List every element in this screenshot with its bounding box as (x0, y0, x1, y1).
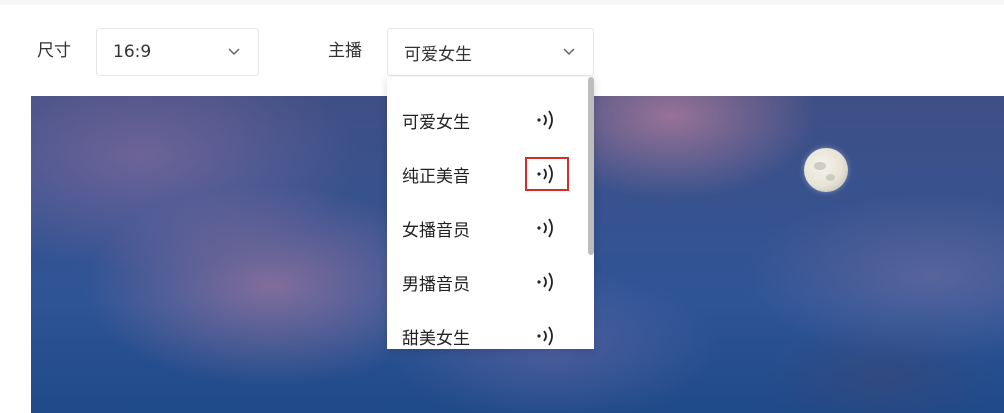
audio-wave-icon[interactable] (525, 157, 569, 191)
dropdown-option[interactable]: 纯正美音 (387, 147, 587, 201)
option-label: 纯正美音 (402, 166, 470, 187)
size-select[interactable]: 16:9 (96, 28, 259, 76)
dropdown-option[interactable]: 可爱女生 (387, 93, 587, 147)
anchor-select[interactable]: 可爱女生 (387, 28, 594, 76)
page: 尺寸 16:9 主播 可爱女生 可爱女生 纯正美音 女播音员 男播音员 甜美女生 (0, 0, 1004, 413)
dropdown-option[interactable]: 女播音员 (387, 201, 587, 255)
dropdown-scrollbar[interactable] (588, 77, 594, 255)
anchor-dropdown: 可爱女生 纯正美音 女播音员 男播音员 甜美女生 (387, 77, 594, 349)
option-label: 女播音员 (402, 220, 470, 241)
size-label: 尺寸 (37, 41, 71, 61)
option-label: 男播音员 (402, 274, 470, 295)
chevron-down-icon (222, 40, 246, 64)
option-label: 甜美女生 (402, 328, 470, 349)
anchor-select-value: 可爱女生 (404, 44, 472, 65)
audio-wave-icon[interactable] (525, 319, 569, 349)
audio-wave-icon[interactable] (525, 265, 569, 299)
audio-wave-icon[interactable] (525, 211, 569, 245)
option-label: 可爱女生 (402, 112, 470, 133)
dropdown-option[interactable]: 甜美女生 (387, 309, 587, 349)
top-divider (0, 0, 1004, 5)
anchor-label: 主播 (328, 41, 362, 61)
audio-wave-icon[interactable] (525, 103, 569, 137)
moon-icon (804, 148, 848, 192)
dropdown-option[interactable]: 男播音员 (387, 255, 587, 309)
chevron-down-icon (557, 40, 581, 64)
size-select-value: 16:9 (113, 42, 152, 62)
